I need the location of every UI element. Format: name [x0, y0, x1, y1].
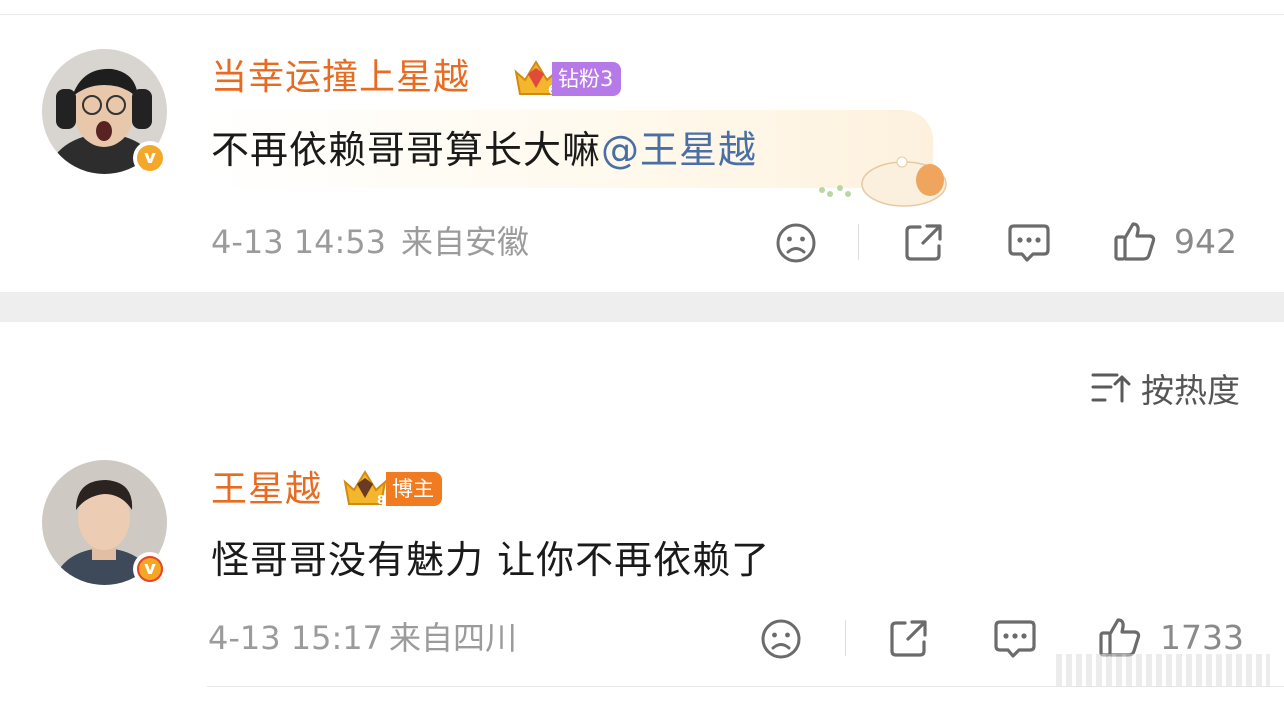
comment-2: v 王星越 8 博主 怪哥哥没有魅力 让你不再依赖了 4-13 15:17 来自… — [0, 0, 1284, 708]
username[interactable]: 王星越 — [211, 470, 322, 510]
blogger-badge: 博主 — [386, 472, 442, 506]
watermark — [1056, 654, 1270, 686]
comment-source: 来自四川 — [389, 619, 518, 657]
comment-text: 怪哥哥没有魅力 让你不再依赖了 — [211, 538, 771, 582]
crown-icon: 8 — [343, 470, 387, 507]
thumbs-up-icon[interactable] — [1098, 616, 1142, 658]
action-separator — [845, 620, 846, 656]
svg-text:8: 8 — [377, 493, 385, 507]
like-count: 1733 — [1160, 618, 1244, 657]
share-icon[interactable] — [888, 617, 930, 659]
bottom-divider — [207, 686, 1284, 687]
comment-icon[interactable] — [993, 618, 1037, 660]
verified-icon: v — [133, 552, 167, 586]
sad-face-icon[interactable] — [760, 618, 802, 660]
comment-date: 4-13 15:17 — [208, 619, 384, 657]
